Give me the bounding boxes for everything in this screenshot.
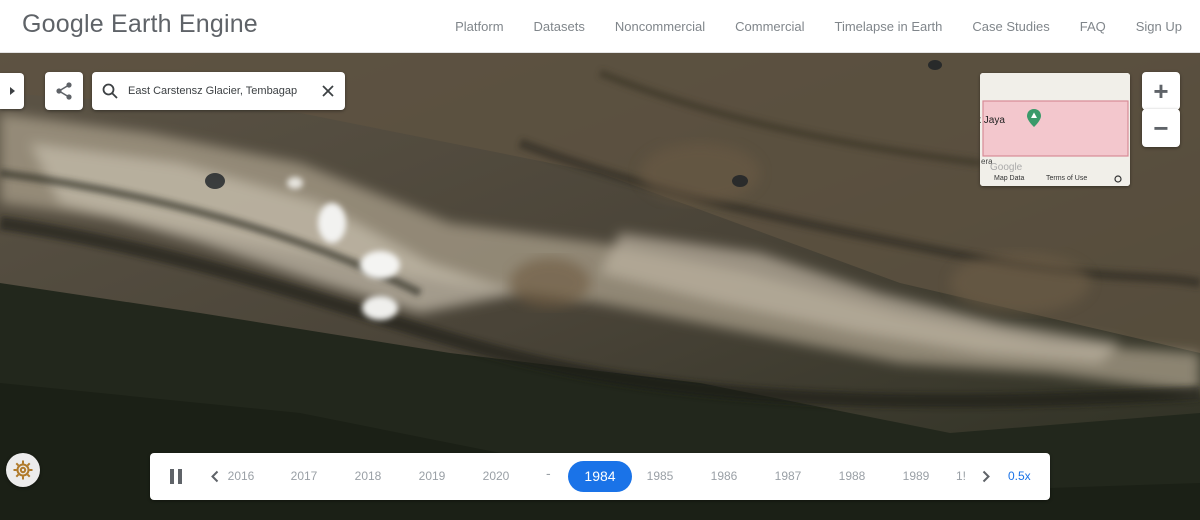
year-1989[interactable]: 1989 [896,469,936,483]
year-selected[interactable]: 1984 [568,461,632,492]
map-data-link[interactable]: Map Data [994,175,1024,182]
gear-icon [13,460,33,480]
chevron-left-icon[interactable] [210,470,220,483]
info-icon[interactable] [1114,175,1122,183]
nav-platform[interactable]: Platform [455,19,503,34]
nav-sign-up[interactable]: Sign Up [1136,19,1182,34]
zoom-in-button[interactable]: + [1142,72,1180,110]
pin-icon [1027,109,1041,127]
app-logo[interactable]: Google Earth Engine [22,10,258,39]
year-1988[interactable]: 1988 [832,469,872,483]
close-icon[interactable] [320,83,336,99]
year-2018[interactable]: 2018 [348,469,388,483]
search-box [92,72,345,110]
nav-commercial[interactable]: Commercial [735,19,804,34]
share-button[interactable] [45,72,83,110]
share-icon [56,82,72,100]
chevron-right-icon [10,87,15,95]
nav-case-studies[interactable]: Case Studies [972,19,1049,34]
year-1985[interactable]: 1985 [640,469,680,483]
search-input[interactable] [128,81,306,101]
minimap-place-label: k Jaya [980,115,1005,126]
chevron-right-icon[interactable] [981,470,991,483]
year-2020[interactable]: 2020 [476,469,516,483]
google-logo: Google [990,162,1023,173]
terms-of-use-link[interactable]: Terms of Use [1046,175,1087,182]
nav-noncommercial[interactable]: Noncommercial [615,19,705,34]
year-1986[interactable]: 1986 [704,469,744,483]
timelapse-timeline: 2016 2017 2018 2019 2020 - 1984 1985 198… [150,453,1050,500]
overview-minimap[interactable]: k Jaya era Google Map Data Terms of Use [980,73,1130,186]
zoom-out-button[interactable]: − [1142,109,1180,147]
year-1987[interactable]: 1987 [768,469,808,483]
search-icon[interactable] [101,82,119,100]
playback-speed[interactable]: 0.5x [1008,469,1031,483]
year-2019[interactable]: 2019 [412,469,452,483]
nav-timelapse[interactable]: Timelapse in Earth [835,19,943,34]
panel-toggle-button[interactable] [0,73,24,109]
top-nav: Platform Datasets Noncommercial Commerci… [425,0,1182,53]
nav-datasets[interactable]: Datasets [534,19,585,34]
year-1990-partial[interactable]: 1! [951,469,971,483]
year-2017[interactable]: 2017 [284,469,324,483]
year-2016[interactable]: 2016 [221,469,261,483]
timeline-separator: - [546,465,551,481]
pause-icon[interactable] [168,468,184,485]
settings-button[interactable] [6,453,40,487]
nav-faq[interactable]: FAQ [1080,19,1106,34]
header: Google Earth Engine Platform Datasets No… [0,0,1200,53]
